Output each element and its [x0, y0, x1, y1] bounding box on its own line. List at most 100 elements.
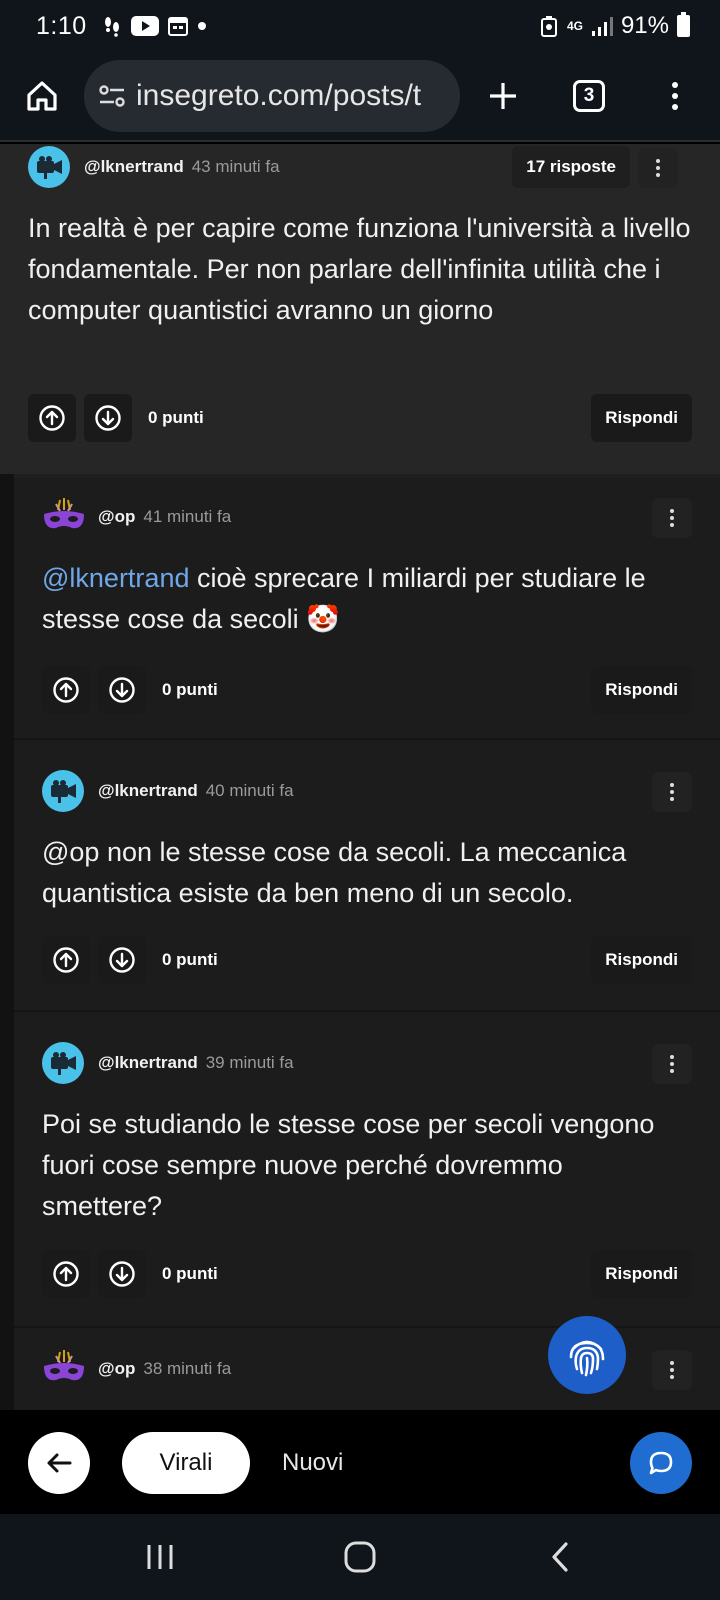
username[interactable]: @op [98, 507, 135, 527]
reply-comment: @lknertrand 40 minuti fa @op non le stes… [14, 740, 720, 1010]
battery-percent: 91% [620, 12, 669, 39]
vote-row: 0 punti [28, 394, 204, 442]
browser-toolbar: insegreto.com/posts/t 3 [0, 52, 720, 142]
signal-icon [591, 17, 613, 36]
reply-comment: @lknertrand 39 minuti fa Poi se studiand… [14, 1012, 720, 1326]
mask-avatar-icon [44, 1350, 84, 1381]
avatar[interactable] [42, 770, 84, 812]
replies-count-button[interactable]: 17 risposte [512, 146, 630, 188]
comment-menu-button[interactable] [652, 498, 692, 538]
comment-menu-button[interactable] [652, 1044, 692, 1084]
tab-count: 3 [573, 80, 605, 112]
comment-text: @op non le stesse cose da secoli. La mec… [42, 837, 627, 908]
recent-apps-icon [147, 1545, 173, 1569]
avatar[interactable] [42, 496, 86, 538]
vote-row: 0 punti [42, 936, 218, 984]
upvote-button[interactable] [42, 936, 90, 984]
comment-text: In realtà è per capire come funziona l'u… [28, 213, 691, 325]
top-comment: @lknertrand 43 minuti fa 17 risposte In … [0, 144, 720, 474]
dot-icon [197, 22, 206, 30]
reply-button[interactable]: Rispondi [591, 1250, 692, 1298]
back-button[interactable] [28, 1432, 90, 1494]
calendar-icon [167, 17, 188, 36]
comment-time: 43 minuti fa [191, 157, 280, 176]
upvote-button[interactable] [42, 1250, 90, 1298]
home-system-button[interactable] [315, 1527, 405, 1587]
url-text[interactable]: insegreto.com/posts/t [136, 79, 421, 113]
comment-menu-button[interactable] [652, 1350, 692, 1390]
fingerprint-icon [569, 1340, 605, 1377]
reply-button[interactable]: Rispondi [591, 936, 692, 984]
points: 0 punti [162, 950, 218, 969]
comment-header: @op 41 minuti fa [42, 496, 231, 538]
comments-feed[interactable]: @lknertrand 43 minuti fa 17 risposte In … [0, 144, 720, 1410]
upvote-button[interactable] [42, 666, 90, 714]
reply-button[interactable]: Rispondi [591, 666, 692, 714]
comment-time: 41 minuti fa [143, 507, 232, 526]
recent-apps-button[interactable] [115, 1527, 205, 1587]
username[interactable]: @lknertrand [84, 157, 184, 177]
back-system-button[interactable] [515, 1527, 605, 1587]
bottom-app-nav: Virali Nuovi [0, 1410, 720, 1514]
fingerprint-button[interactable] [548, 1316, 626, 1394]
downvote-button[interactable] [98, 666, 146, 714]
upvote-button[interactable] [28, 394, 76, 442]
arrow-up-circle-icon [53, 1261, 79, 1287]
address-bar[interactable]: insegreto.com/posts/t [84, 60, 460, 132]
comment-header: @lknertrand 43 minuti fa [28, 146, 280, 188]
camera-avatar-icon [51, 1052, 76, 1075]
system-status: 4G 91% [539, 12, 690, 40]
new-tab-button[interactable] [460, 51, 546, 141]
comment-header: @lknertrand 40 minuti fa [42, 770, 294, 812]
avatar[interactable] [42, 1042, 84, 1084]
reply-button[interactable]: Rispondi [591, 394, 692, 442]
arrow-down-circle-icon [109, 1261, 135, 1287]
comment-menu-button[interactable] [652, 772, 692, 812]
arrow-left-icon [47, 1453, 72, 1473]
vote-row: 0 punti [42, 1250, 218, 1298]
camera-avatar-icon [37, 156, 62, 179]
arrow-up-circle-icon [53, 677, 79, 703]
clock: 1:10 [36, 11, 87, 40]
tab-virali[interactable]: Virali [122, 1432, 250, 1494]
network-type: 4G [566, 19, 583, 33]
site-settings-icon[interactable] [98, 84, 126, 108]
downvote-button[interactable] [84, 394, 132, 442]
avatar[interactable] [28, 146, 70, 188]
comment-header: @lknertrand 39 minuti fa [42, 1042, 294, 1084]
battery-icon [677, 12, 690, 37]
reply-comment: @op 41 minuti fa @lknertrand cioè spreca… [14, 478, 720, 738]
downvote-button[interactable] [98, 1250, 146, 1298]
home-button[interactable] [0, 51, 84, 141]
home-icon [27, 81, 57, 111]
comment-menu-button[interactable] [638, 148, 678, 188]
home-pill-icon [344, 1541, 376, 1573]
arrow-down-circle-icon [109, 947, 135, 973]
new-comment-button[interactable] [630, 1432, 692, 1494]
browser-menu-button[interactable] [632, 51, 718, 141]
tab-switcher-button[interactable]: 3 [546, 51, 632, 141]
username[interactable]: @op [98, 1359, 135, 1379]
mask-avatar-icon [44, 498, 84, 529]
chat-bubble-icon [649, 1451, 673, 1475]
youtube-icon [130, 16, 159, 36]
comment-time: 39 minuti fa [205, 1053, 294, 1072]
thread-line [0, 474, 14, 1410]
comment-text: Poi se studiando le stesse cose per seco… [42, 1109, 655, 1221]
downvote-button[interactable] [98, 936, 146, 984]
data-saver-icon [540, 16, 557, 37]
username[interactable]: @lknertrand [98, 1053, 198, 1073]
chevron-left-icon [552, 1542, 568, 1572]
camera-avatar-icon [51, 780, 76, 803]
tab-nuovi[interactable]: Nuovi [282, 1432, 343, 1494]
comment-header: @op 38 minuti fa [42, 1348, 231, 1390]
comment-time: 38 minuti fa [143, 1359, 232, 1378]
user-mention[interactable]: @lknertrand [42, 563, 189, 593]
username[interactable]: @lknertrand [98, 781, 198, 801]
vote-row: 0 punti [42, 666, 218, 714]
footsteps-icon [104, 17, 119, 37]
points: 0 punti [162, 680, 218, 699]
comment-time: 40 minuti fa [205, 781, 294, 800]
points: 0 punti [162, 1264, 218, 1283]
avatar[interactable] [42, 1348, 86, 1390]
